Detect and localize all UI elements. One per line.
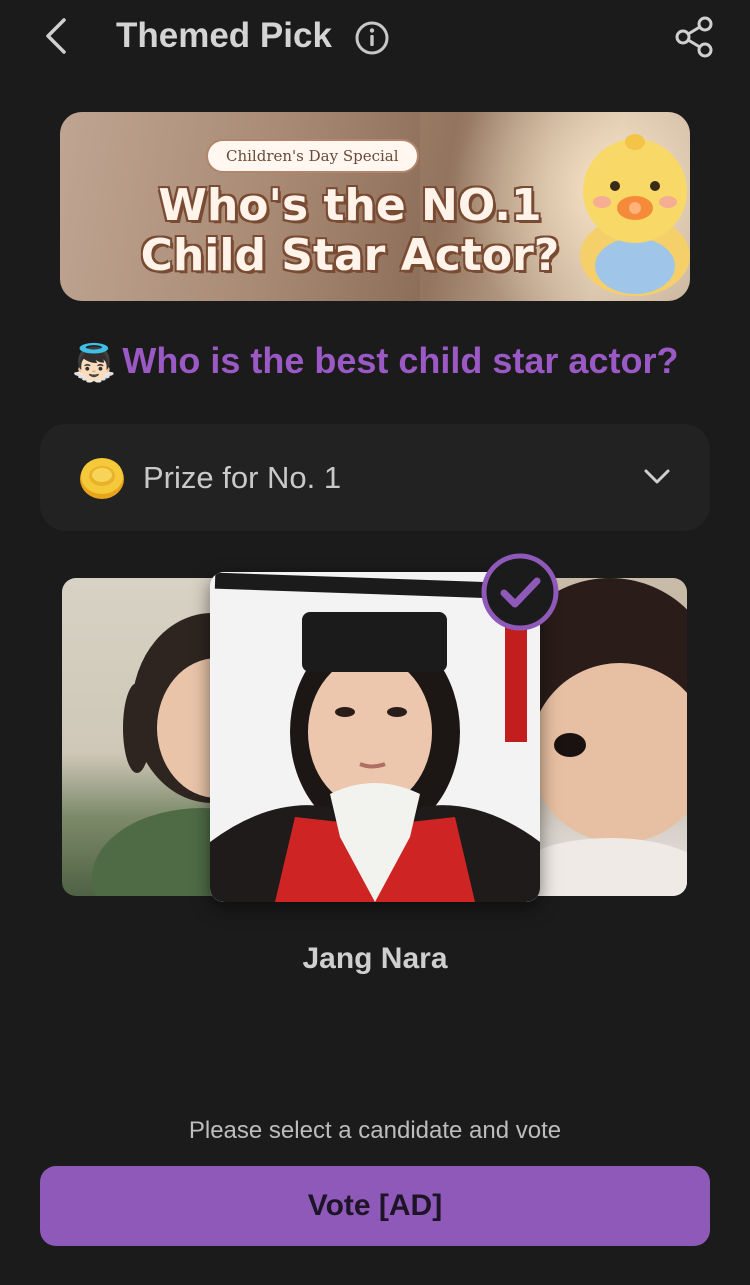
- info-icon[interactable]: [354, 20, 390, 56]
- share-icon[interactable]: [674, 16, 716, 58]
- chick-mascot-icon: [580, 134, 690, 296]
- event-banner[interactable]: Children's Day Special Who's the NO.1 Ch…: [60, 112, 690, 301]
- banner-headline-line2: Child Star Actor?: [140, 230, 560, 281]
- selected-check-icon: [481, 553, 559, 631]
- question-heading: 👼🏻 Who is the best child star actor?: [0, 340, 750, 384]
- prize-dropdown[interactable]: Prize for No. 1: [40, 424, 710, 531]
- chevron-down-icon[interactable]: [642, 464, 672, 490]
- banner-headline-line1: Who's the NO.1: [158, 180, 542, 231]
- angel-baby-icon: 👼🏻: [71, 342, 117, 384]
- vote-hint: Please select a candidate and vote: [188, 1117, 562, 1144]
- question-text: Who is the best child star actor?: [122, 340, 679, 381]
- coin-icon: [80, 458, 124, 499]
- top-bar: Themed Pick: [0, 0, 750, 76]
- prize-label: Prize for No. 1: [143, 460, 342, 495]
- vote-button[interactable]: Vote [AD]: [40, 1166, 710, 1246]
- page-title: Themed Pick: [116, 16, 332, 55]
- selected-candidate-name: Jang Nara: [302, 942, 448, 975]
- banner-tag: Children's Day Special: [206, 139, 419, 173]
- back-arrow-icon[interactable]: [34, 14, 78, 58]
